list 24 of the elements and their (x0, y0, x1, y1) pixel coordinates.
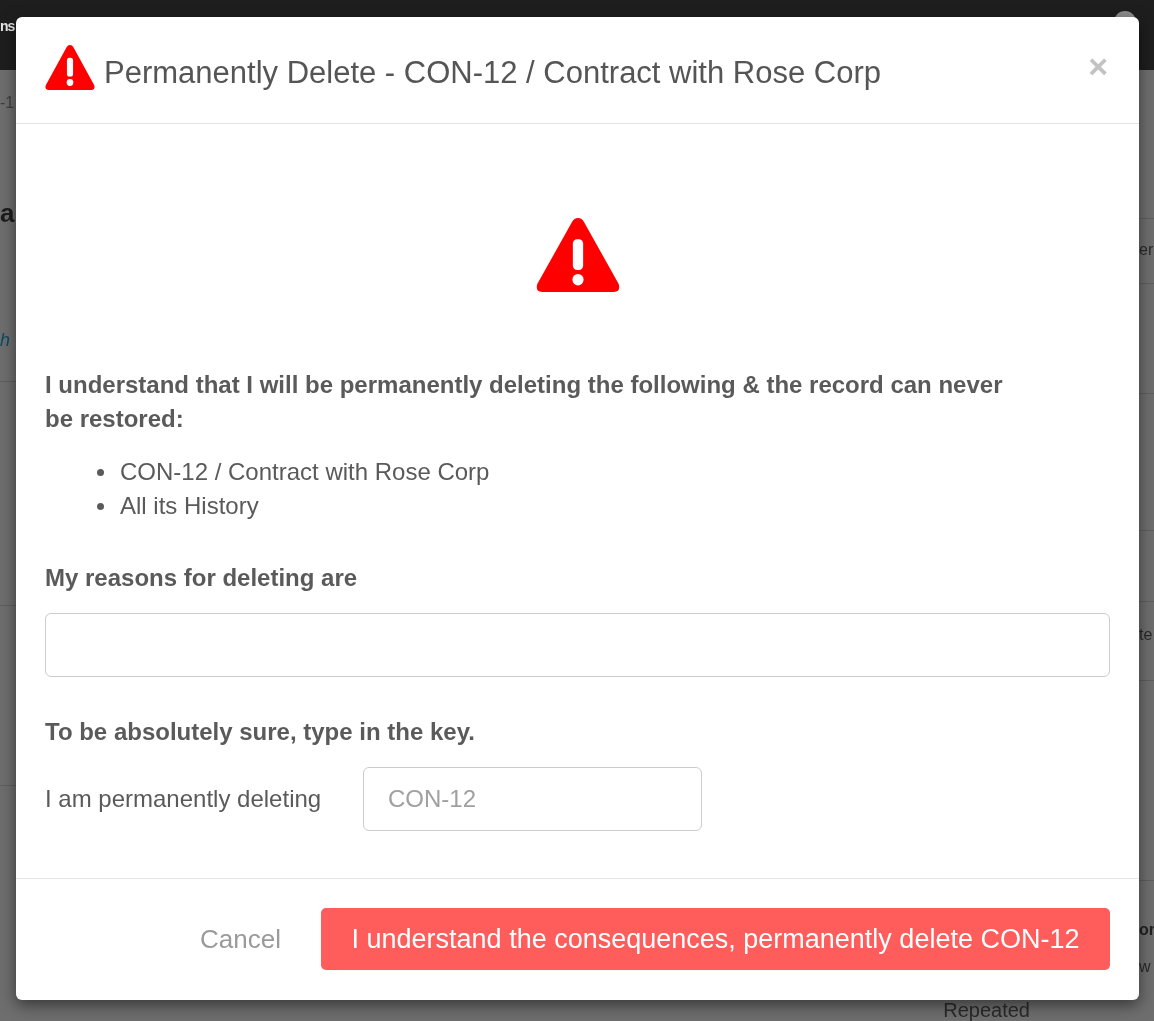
warning-icon (535, 218, 620, 292)
list-item: All its History (120, 491, 259, 521)
warning-text: I understand that I will be permanently deleting the following & the record can never be restored: (45, 370, 1004, 434)
field-label: My reasons for deleting are (45, 563, 359, 593)
key-field[interactable]: CON-12 (363, 767, 702, 831)
dialog-title: Permanently Delete - CON-12 / Contract with Rose Corp (104, 54, 881, 92)
bullet-icon (97, 502, 104, 510)
background-text: h (0, 329, 11, 352)
background-text: w (1139, 957, 1152, 977)
warning-icon (45, 45, 95, 90)
reason-field[interactable] (45, 613, 1110, 677)
background-text: te (1139, 625, 1154, 645)
field-label: I am permanently deleting (45, 784, 323, 814)
background-text: Repeated (943, 1000, 1030, 1021)
list-item: CON-12 / Contract with Rose Corp (120, 457, 490, 487)
field-label: To be absolutely sure, type in the key. (45, 717, 476, 747)
delete-button[interactable]: I understand the consequences, permanently delete CON-12 (321, 908, 1110, 970)
cancel-button[interactable]: Cancel (200, 908, 281, 970)
bullet-icon (97, 468, 104, 476)
background-text: a (0, 197, 16, 229)
close-button[interactable]: × (1088, 47, 1108, 85)
background-text: or (1139, 920, 1154, 940)
app-name-text: ns (0, 17, 15, 36)
background-text: er (1139, 240, 1154, 260)
